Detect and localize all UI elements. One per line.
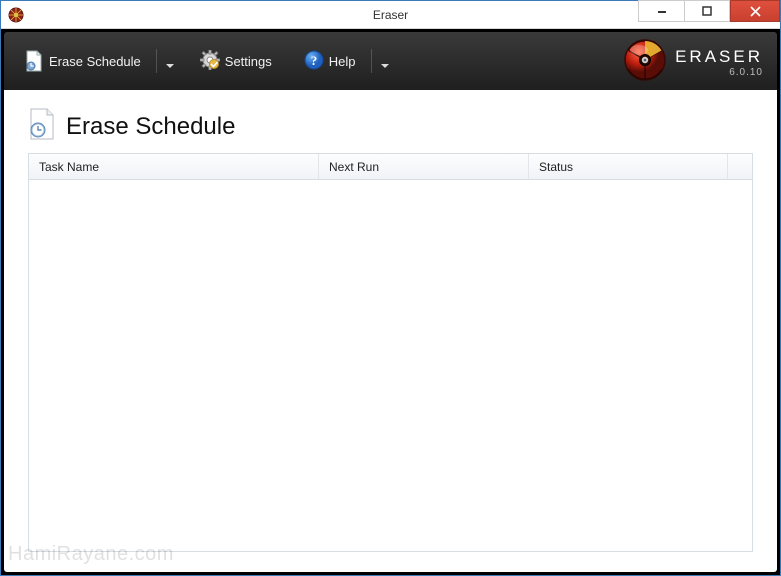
- window-controls: [638, 1, 780, 28]
- app-frame: Erase Schedule: [1, 29, 780, 575]
- column-status[interactable]: Status: [529, 154, 728, 179]
- toolbar: Erase Schedule: [4, 32, 777, 90]
- help-label: Help: [329, 54, 356, 69]
- erase-schedule-label: Erase Schedule: [49, 54, 141, 69]
- document-icon: [24, 50, 44, 72]
- brand-version: 6.0.10: [675, 67, 763, 78]
- brand-logo-icon: [623, 38, 667, 87]
- app-window: Eraser: [0, 0, 781, 576]
- titlebar: Eraser: [1, 1, 780, 29]
- maximize-button[interactable]: [684, 0, 730, 22]
- app-icon: [8, 7, 24, 23]
- toolbar-separator: [156, 49, 157, 73]
- minimize-button[interactable]: [638, 0, 684, 22]
- gear-icon: [200, 50, 220, 73]
- settings-label: Settings: [225, 54, 272, 69]
- erase-schedule-button[interactable]: Erase Schedule: [18, 46, 147, 76]
- close-button[interactable]: [730, 0, 780, 22]
- page-title: Erase Schedule: [66, 113, 235, 141]
- brand: ERASER 6.0.10: [623, 38, 763, 87]
- svg-text:?: ?: [311, 53, 318, 68]
- help-button[interactable]: ? Help: [298, 46, 362, 77]
- column-task-name[interactable]: Task Name: [29, 154, 319, 179]
- content-area: Erase Schedule Task Name Next Run Status: [4, 90, 777, 572]
- dropdown-arrow-icon[interactable]: [381, 57, 389, 65]
- help-icon: ?: [304, 50, 324, 73]
- page-header: Erase Schedule: [28, 108, 753, 145]
- toolbar-separator: [371, 49, 372, 73]
- settings-button[interactable]: Settings: [194, 46, 278, 77]
- schedule-document-icon: [28, 108, 56, 145]
- column-spacer: [728, 154, 752, 179]
- table-body[interactable]: [29, 180, 752, 551]
- brand-name: ERASER: [675, 47, 763, 67]
- table-header: Task Name Next Run Status: [29, 154, 752, 180]
- column-next-run[interactable]: Next Run: [319, 154, 529, 179]
- schedule-table: Task Name Next Run Status: [28, 153, 753, 552]
- dropdown-arrow-icon[interactable]: [166, 57, 174, 65]
